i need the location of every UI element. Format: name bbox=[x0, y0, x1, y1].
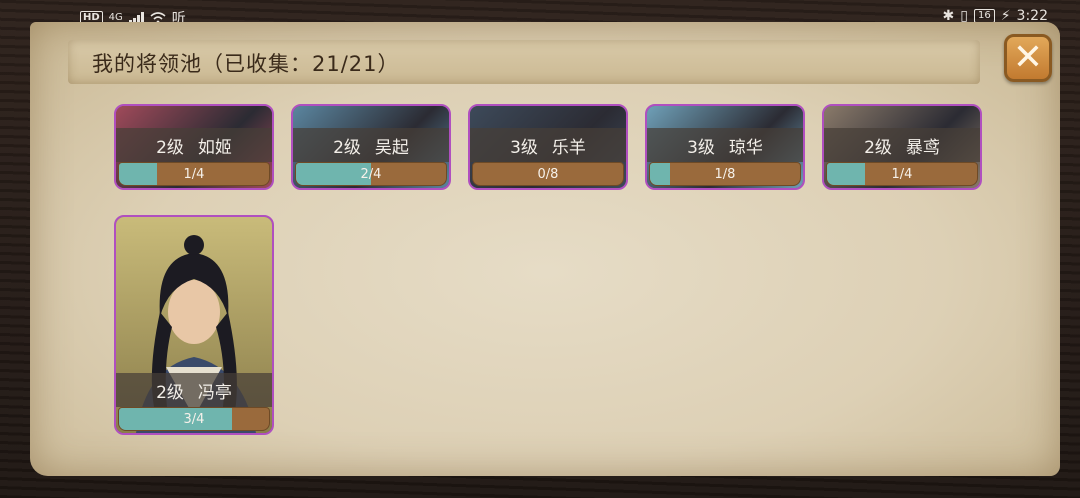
shard-progress-text: 1/4 bbox=[891, 166, 913, 182]
close-icon: ✕ bbox=[1012, 37, 1044, 78]
general-level: 3级 bbox=[510, 137, 538, 158]
general-label: 3级 乐羊 bbox=[470, 128, 626, 162]
general-name: 如姬 bbox=[197, 137, 232, 158]
shard-progress-text: 3/4 bbox=[183, 411, 205, 427]
general-name: 乐羊 bbox=[551, 137, 586, 158]
close-button[interactable]: ✕ bbox=[1004, 34, 1052, 82]
shard-progress-bar: 0/8 bbox=[472, 162, 624, 186]
general-level: 2级 bbox=[333, 137, 361, 158]
general-label: 2级 冯亭 bbox=[116, 373, 272, 407]
general-label: 2级 如姬 bbox=[116, 128, 272, 162]
shard-progress-text: 0/8 bbox=[537, 166, 559, 182]
page-title: 我的将领池（已收集：21/21） bbox=[92, 52, 400, 76]
general-card[interactable]: 2级 暴鸢 1/4 bbox=[822, 104, 982, 190]
shard-progress-bar: 3/4 bbox=[118, 407, 270, 431]
general-card[interactable]: 2级 吴起 2/4 bbox=[291, 104, 451, 190]
general-label: 2级 暴鸢 bbox=[824, 128, 980, 162]
shard-progress-text: 1/4 bbox=[183, 166, 205, 182]
general-card[interactable]: 3级 乐羊 0/8 bbox=[468, 104, 628, 190]
general-level: 2级 bbox=[156, 382, 184, 403]
shard-progress-bar: 1/4 bbox=[118, 162, 270, 186]
shard-progress-text: 1/8 bbox=[714, 166, 736, 182]
general-name: 冯亭 bbox=[197, 382, 232, 403]
general-name: 琼华 bbox=[728, 137, 763, 158]
general-label: 2级 吴起 bbox=[293, 128, 449, 162]
general-name: 吴起 bbox=[374, 137, 409, 158]
shard-progress-bar: 2/4 bbox=[295, 162, 447, 186]
general-card[interactable]: 2级 如姬 1/4 bbox=[114, 104, 274, 190]
general-level: 2级 bbox=[156, 137, 184, 158]
general-level: 2级 bbox=[864, 137, 892, 158]
battery-icon: 16 bbox=[973, 9, 995, 23]
shard-progress-text: 2/4 bbox=[360, 166, 382, 182]
general-card[interactable]: 2级 冯亭 3/4 bbox=[114, 215, 274, 435]
general-name: 暴鸢 bbox=[905, 137, 940, 158]
general-level: 3级 bbox=[687, 137, 715, 158]
general-label: 3级 琼华 bbox=[647, 128, 803, 162]
shard-progress-bar: 1/8 bbox=[649, 162, 801, 186]
general-card[interactable]: 3级 琼华 1/8 bbox=[645, 104, 805, 190]
shard-progress-bar: 1/4 bbox=[826, 162, 978, 186]
